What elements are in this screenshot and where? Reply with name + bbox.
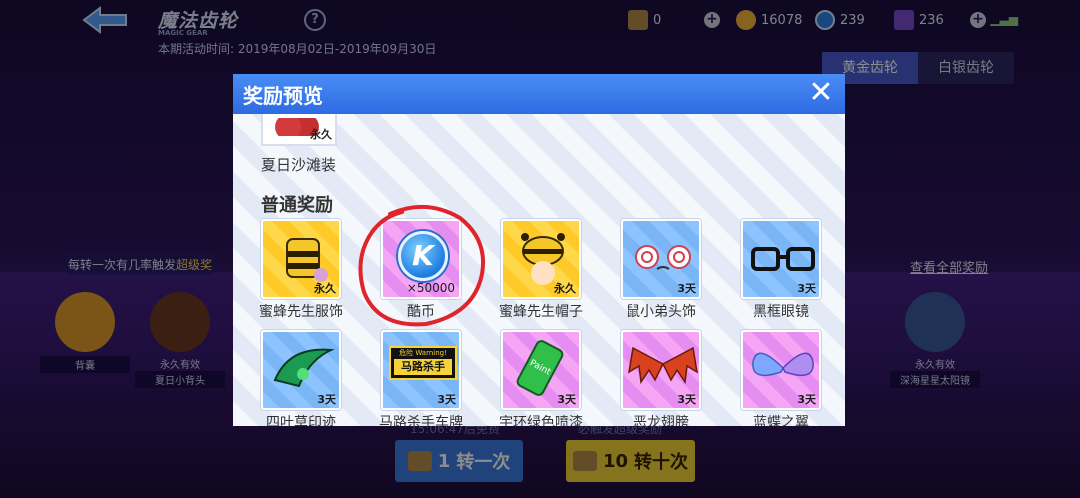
- duration-tag: 永久: [314, 282, 336, 295]
- glasses-image: [751, 247, 815, 271]
- reward-item-road-killer-plate[interactable]: 危险 Warning! 马路杀手 3天: [381, 330, 461, 410]
- reward-item-name: 恶龙翅膀: [633, 415, 689, 426]
- reward-item-name: 蜜蜂先生服饰: [259, 304, 343, 320]
- duration-tag: 3天: [317, 393, 336, 406]
- swirl-eyes-image: [635, 245, 691, 270]
- duration-tag: 3天: [797, 282, 816, 295]
- reward-item-bee-outfit[interactable]: 永久: [261, 219, 341, 299]
- reward-item-name: 蜜蜂先生帽子: [499, 304, 583, 320]
- license-plate-image: 危险 Warning! 马路杀手: [389, 346, 457, 380]
- dragon-wings-image: [627, 346, 699, 385]
- reward-item-mouse-headwear[interactable]: 3天: [621, 219, 701, 299]
- modal-title: 奖励预览: [243, 84, 323, 108]
- reward-item-summer-outfit[interactable]: 永久: [261, 114, 337, 146]
- clover-image: [273, 348, 335, 388]
- duration-tag: 3天: [557, 393, 576, 406]
- duration-tag: 3天: [677, 282, 696, 295]
- reward-item-name: 宇环绿色喷漆: [499, 415, 583, 426]
- butterfly-wings-image: [752, 352, 814, 377]
- reward-item-green-paint[interactable]: Paint 3天: [501, 330, 581, 410]
- modal-header: 奖励预览 ✕: [233, 74, 845, 114]
- reward-item-name: 鼠小弟头饰: [626, 304, 696, 320]
- close-icon[interactable]: ✕: [805, 78, 837, 110]
- duration-tag: 永久: [554, 282, 576, 295]
- reward-item-name: 四叶草印迹: [266, 415, 336, 426]
- red-annotation-circle: [358, 204, 485, 327]
- reward-item-butterfly-wings[interactable]: 3天: [741, 330, 821, 410]
- reward-item-black-glasses[interactable]: 3天: [741, 219, 821, 299]
- reward-item-name: 黑框眼镜: [753, 304, 809, 320]
- duration-tag: 永久: [310, 128, 332, 141]
- duration-tag: 3天: [797, 393, 816, 406]
- reward-item-name: 夏日沙滩装: [261, 156, 337, 174]
- duration-tag: 3天: [677, 393, 696, 406]
- reward-item-name: 蓝蝶之翼: [753, 415, 809, 426]
- reward-item-dragon-wings[interactable]: 3天: [621, 330, 701, 410]
- reward-item-bee-hat[interactable]: 永久: [501, 219, 581, 299]
- reward-item-clover-mark[interactable]: 3天: [261, 330, 341, 410]
- reward-preview-modal: 奖励预览 ✕ 永久 夏日沙滩装 普通奖励 永久 蜜蜂先生服饰 K ×50000 …: [233, 74, 845, 426]
- section-title-normal-rewards: 普通奖励: [261, 195, 333, 216]
- duration-tag: 3天: [437, 393, 456, 406]
- spray-paint-image: Paint: [514, 338, 566, 398]
- reward-item-name: 马路杀手车牌: [379, 415, 463, 426]
